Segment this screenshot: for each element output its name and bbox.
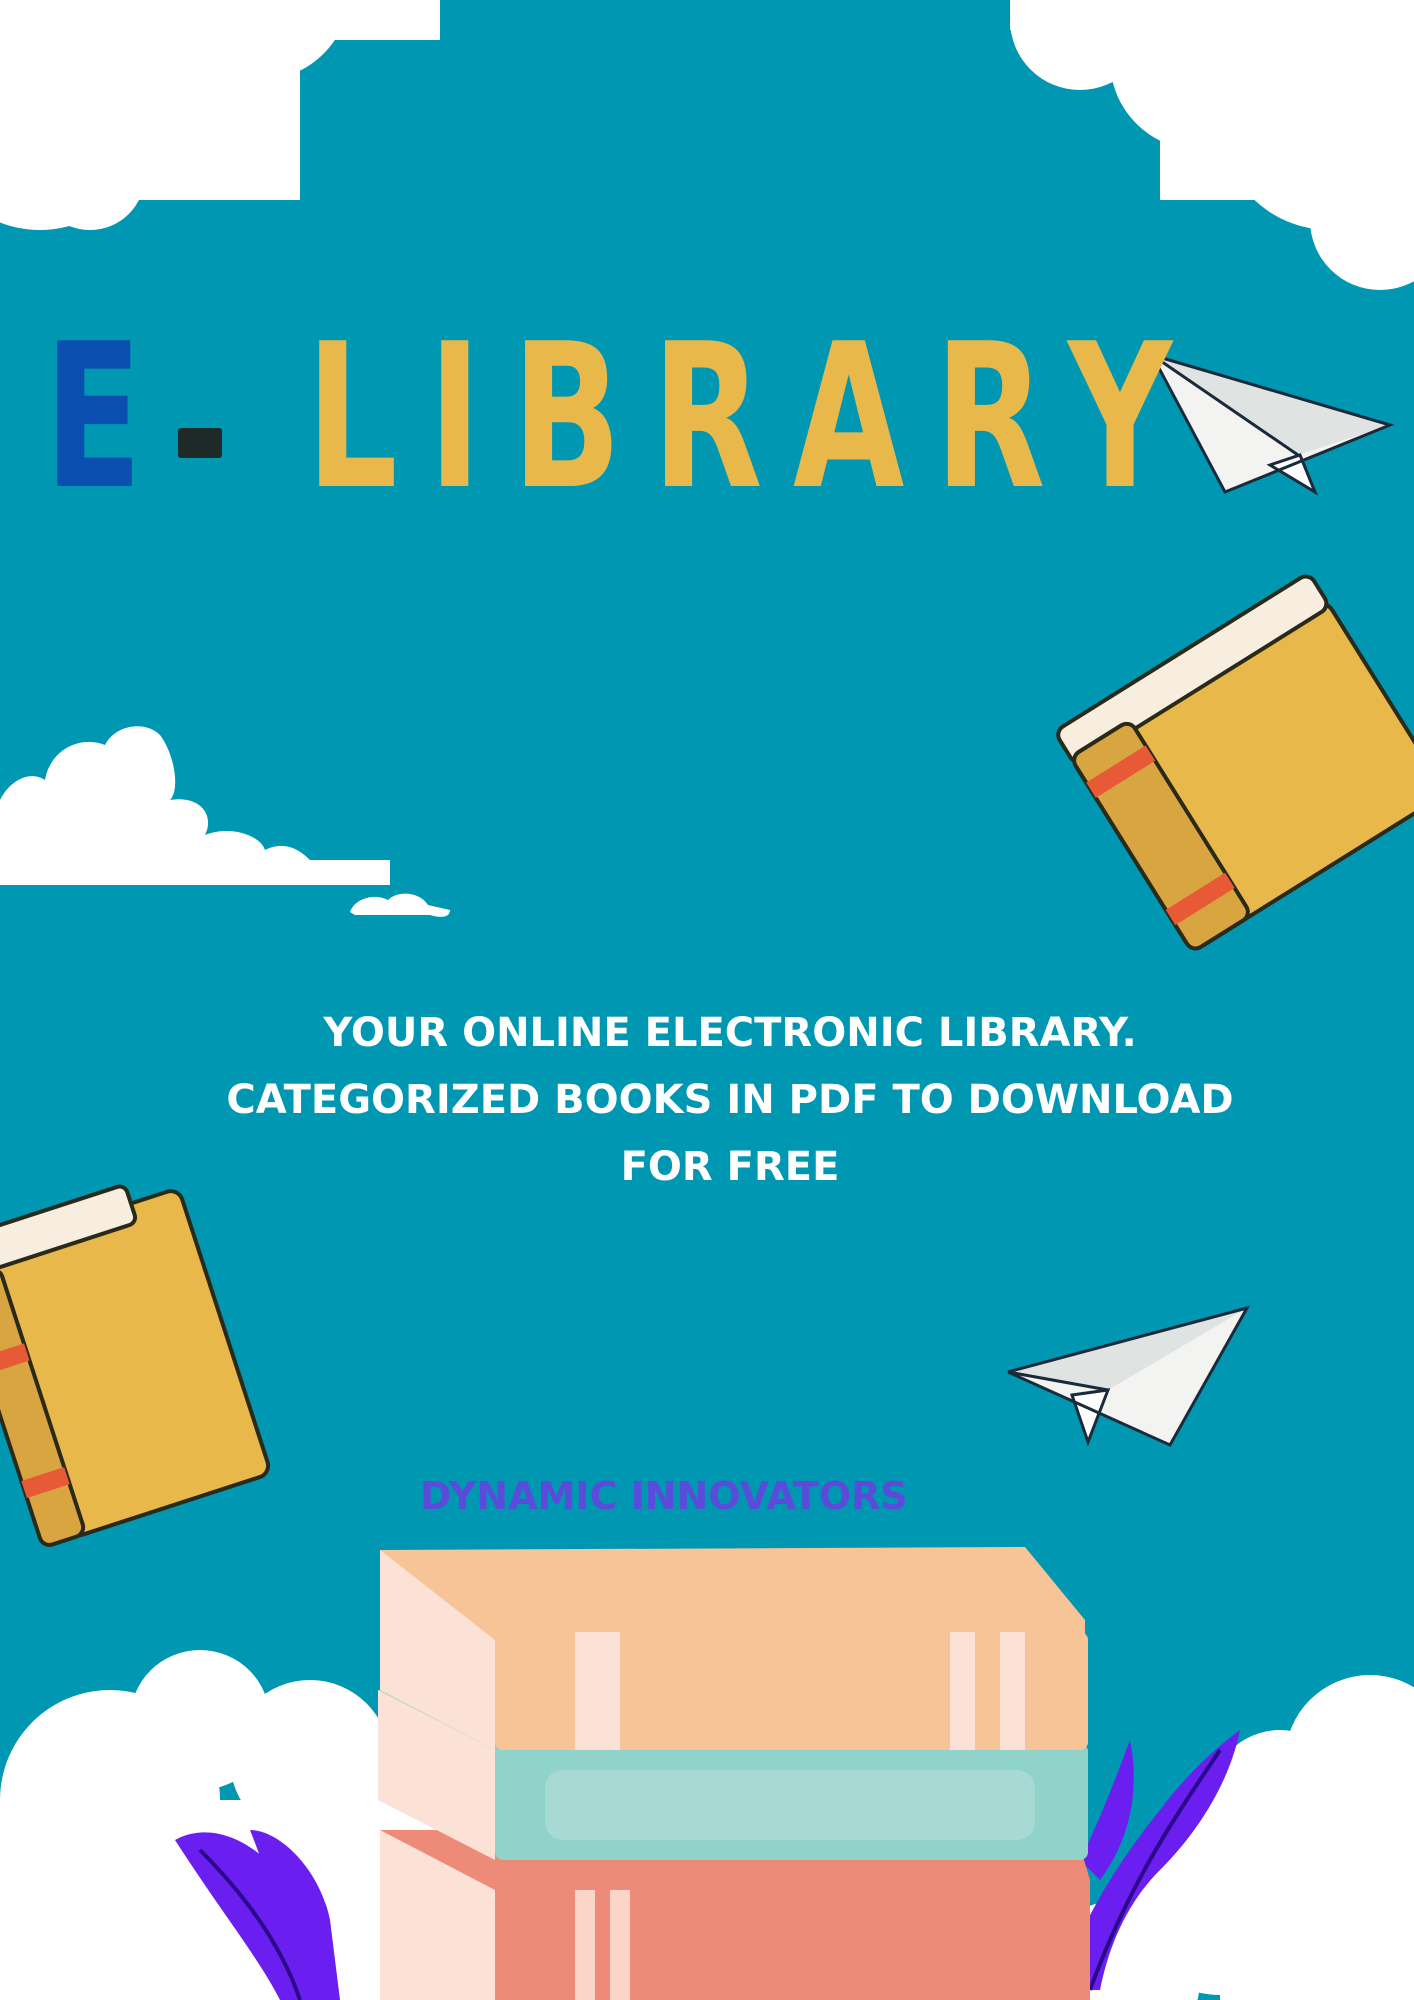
poster: E LIBRARY YOUR ONLINE ELECTRONIC LIBRARY… (0, 0, 1414, 2000)
book-icon (0, 1184, 271, 1547)
tagline-line-2: CATEGORIZED BOOKS IN PDF TO DOWNLOAD (226, 1077, 1234, 1123)
page-title: LIBRARY (306, 301, 1203, 534)
tagline-line-3: FOR FREE (620, 1144, 840, 1190)
brand-name: DYNAMIC INNOVATORS (420, 1474, 908, 1518)
book-stack-icon (378, 1547, 1090, 2000)
tagline-line-1: YOUR ONLINE ELECTRONIC LIBRARY. (323, 1010, 1137, 1056)
cloud-icon (0, 726, 450, 917)
tagline: YOUR ONLINE ELECTRONIC LIBRARY. CATEGORI… (140, 1000, 1320, 1201)
cloud-icon (0, 0, 440, 230)
book-icon (1056, 574, 1414, 951)
title-dash (178, 428, 222, 458)
title-prefix: E (44, 301, 146, 534)
cloud-icon (1010, 0, 1414, 290)
paper-plane-icon (1007, 1305, 1251, 1447)
